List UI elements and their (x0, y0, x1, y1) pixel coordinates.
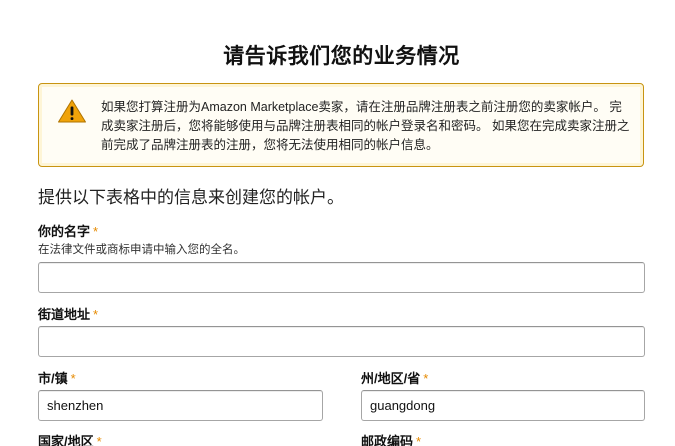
street-label: 街道地址 * (38, 304, 98, 323)
country-label-text: 国家/地区 (38, 434, 94, 446)
street-input[interactable] (38, 326, 645, 357)
required-marker: * (96, 434, 102, 446)
page-title: 请告诉我们您的业务情况 (223, 45, 460, 68)
warning-icon (57, 98, 87, 124)
alert-text: 如果您打算注册为Amazon Marketplace卖家，请在注册品牌注册表之前… (101, 100, 630, 152)
alert-box: 如果您打算注册为Amazon Marketplace卖家，请在注册品牌注册表之前… (38, 83, 644, 167)
name-label: 你的名字 * (38, 221, 98, 240)
name-hint: 在法律文件或商标申请中输入您的全名。 (38, 244, 245, 256)
required-marker: * (416, 434, 422, 446)
city-label: 市/镇 * (38, 368, 76, 387)
state-label: 州/地区/省 * (361, 368, 428, 387)
street-label-text: 街道地址 (38, 307, 91, 322)
required-marker: * (423, 371, 429, 386)
business-info-page: 请告诉我们您的业务情况 如果您打算注册为Amazon Marketplace卖家… (0, 0, 675, 446)
postal-label-text: 邮政编码 (361, 434, 414, 446)
required-marker: * (93, 224, 99, 239)
name-label-text: 你的名字 (38, 224, 91, 239)
required-marker: * (70, 371, 76, 386)
name-input[interactable] (38, 262, 645, 293)
state-label-text: 州/地区/省 (361, 371, 421, 386)
section-heading: 提供以下表格中的信息来创建您的帐户。 (38, 188, 344, 207)
city-label-text: 市/镇 (38, 371, 68, 386)
postal-label: 邮政编码 * (361, 431, 421, 446)
country-label: 国家/地区 * (38, 431, 102, 446)
state-input[interactable] (361, 390, 645, 421)
city-input[interactable] (38, 390, 323, 421)
required-marker: * (93, 307, 99, 322)
